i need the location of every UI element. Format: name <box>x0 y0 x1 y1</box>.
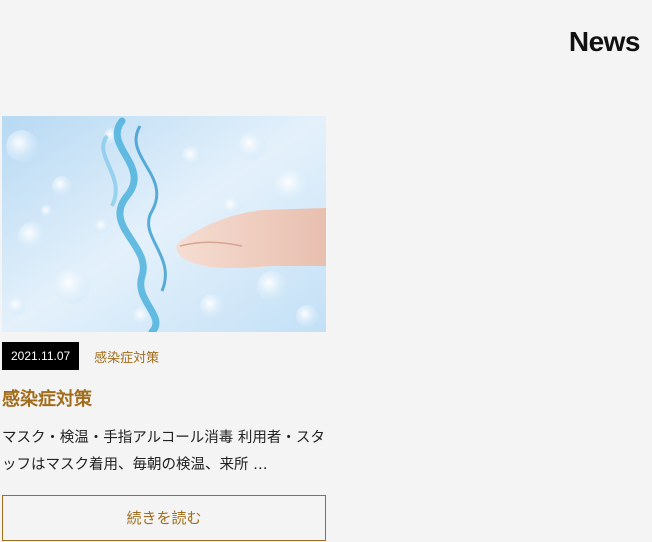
section-title: News <box>568 26 641 57</box>
post-thumbnail-link[interactable] <box>2 116 326 332</box>
post-thumbnail-image <box>2 116 326 332</box>
post-category[interactable]: 感染症対策 <box>94 347 159 366</box>
post-title[interactable]: 感染症対策 <box>2 385 326 411</box>
post-excerpt: マスク・検温・手指アルコール消毒 利用者・スタッフはマスク着用、毎朝の検温、来所… <box>2 430 325 473</box>
post-meta: 2021.11.07 感染症対策 <box>2 342 326 370</box>
read-more-button[interactable]: 続きを読む <box>2 495 326 541</box>
post-date: 2021.11.07 <box>2 342 80 370</box>
news-card: 2021.11.07 感染症対策 感染症対策 マスク・検温・手指アルコール消毒 … <box>2 116 326 541</box>
